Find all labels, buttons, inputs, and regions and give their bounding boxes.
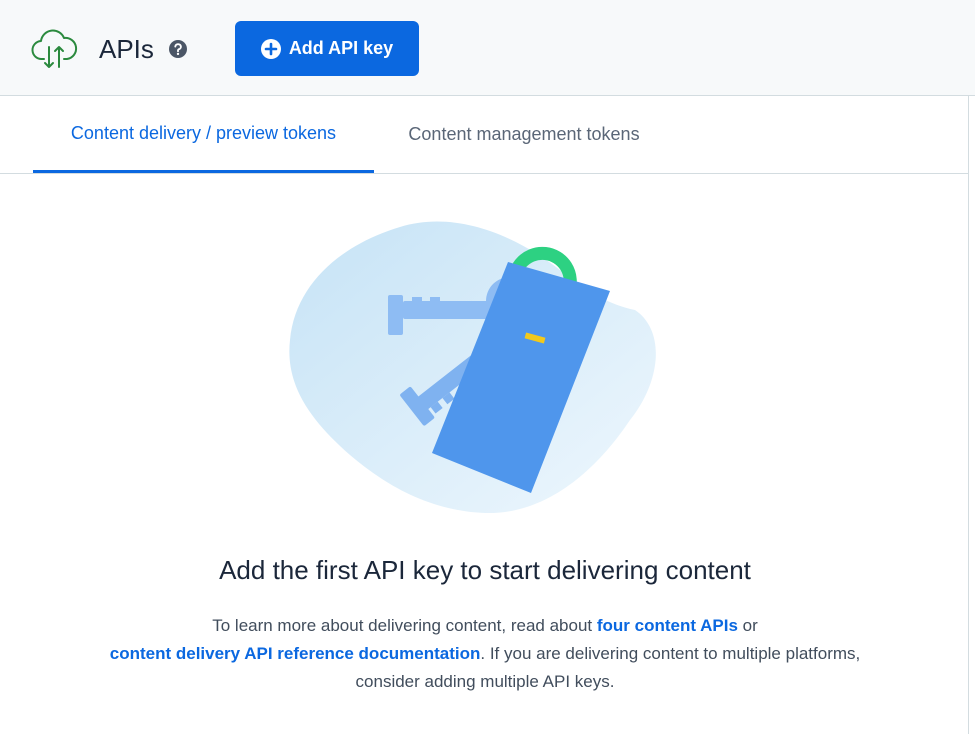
api-reference-docs-link[interactable]: content delivery API reference documenta…	[110, 644, 481, 663]
description-text-1: To learn more about delivering content, …	[212, 616, 597, 635]
apis-page: APIs Add API key Content delivery / prev…	[0, 0, 975, 734]
plus-circle-icon	[260, 38, 281, 59]
page-header: APIs Add API key	[0, 0, 975, 96]
page-title: APIs	[99, 34, 154, 64]
empty-state-title: Add the first API key to start deliverin…	[219, 555, 751, 585]
empty-state-description: To learn more about delivering content, …	[100, 612, 870, 696]
tab-content-management[interactable]: Content management tokens	[378, 96, 670, 173]
add-api-key-button[interactable]: Add API key	[235, 21, 419, 76]
tab-bar: Content delivery / preview tokens Conten…	[0, 96, 968, 174]
four-content-apis-link[interactable]: four content APIs	[597, 616, 738, 635]
cloud-upload-icon	[31, 29, 78, 68]
content-border	[968, 96, 969, 734]
question-circle-icon[interactable]	[168, 39, 188, 59]
add-api-key-label: Add API key	[288, 38, 394, 58]
description-text-2: or	[737, 616, 758, 635]
tab-content-delivery[interactable]: Content delivery / preview tokens	[33, 96, 374, 173]
api-keys-illustration	[289, 221, 656, 514]
